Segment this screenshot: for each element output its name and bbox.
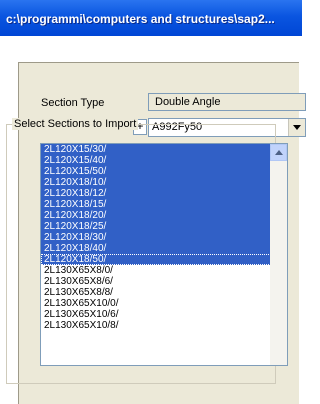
list-item[interactable]: 2L130X65X10/0/ [41,298,271,309]
list-item[interactable]: 2L120X18/15/ [41,199,271,210]
list-item[interactable]: 2L130X65X8/6/ [41,276,271,287]
list-item[interactable]: 2L120X18/20/ [41,210,271,221]
window-title: c:\programmi\computers and structures\sa… [6,12,275,26]
dialog-window: c:\programmi\computers and structures\sa… [0,0,306,404]
list-item[interactable]: 2L130X65X8/0/ [41,265,271,276]
list-item[interactable]: 2L120X18/30/ [41,232,271,243]
list-scrollbar[interactable] [270,144,287,365]
list-item[interactable]: 2L130X65X10/8/ [41,320,271,331]
sections-list: 2L120X15/30/2L120X15/40/2L120X15/50/2L12… [41,144,271,331]
chevron-down-icon [293,125,301,130]
list-item[interactable]: 2L130X65X8/8/ [41,287,271,298]
material-dropdown-button[interactable] [288,119,305,136]
list-item[interactable]: 2L120X18/25/ [41,221,271,232]
section-type-label: Section Type [41,97,105,109]
list-item[interactable]: 2L120X15/30/ [41,144,271,155]
sections-listbox[interactable]: 2L120X15/30/2L120X15/40/2L120X15/50/2L12… [40,143,288,366]
scroll-up-button[interactable] [270,144,287,161]
arrow-up-icon [275,150,283,155]
list-item[interactable]: 2L120X15/40/ [41,155,271,166]
title-bar[interactable]: c:\programmi\computers and structures\sa… [0,0,302,36]
list-item[interactable]: 2L120X18/12/ [41,188,271,199]
section-type-value: Double Angle [148,93,306,111]
select-sections-title: Select Sections to Import [12,118,139,130]
list-item[interactable]: 2L120X18/10/ [41,177,271,188]
dialog-body: Section Type Double Angle Material + A99… [0,36,306,404]
list-item[interactable]: 2L120X15/50/ [41,166,271,177]
list-item[interactable]: 2L120X18/40/ [41,243,271,254]
list-item[interactable]: 2L120X18/50/ [41,254,271,265]
list-item[interactable]: 2L130X65X10/6/ [41,309,271,320]
